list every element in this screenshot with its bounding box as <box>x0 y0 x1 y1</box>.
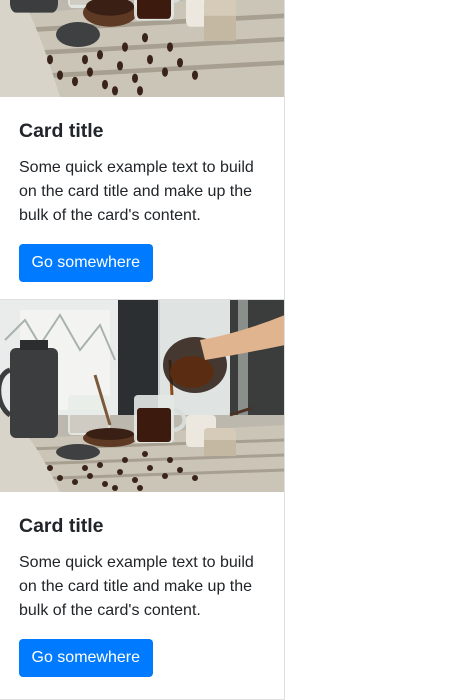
card-body: Card title Some quick example text to bu… <box>0 492 284 677</box>
card: Card title Some quick example text to bu… <box>0 0 285 300</box>
coffee-pour-photo-icon <box>0 300 285 492</box>
card-body: Card title Some quick example text to bu… <box>0 97 284 282</box>
card: Card title Some quick example text to bu… <box>0 300 285 700</box>
go-somewhere-button[interactable]: Go somewhere <box>19 639 153 677</box>
card-text: Some quick example text to build on the … <box>19 554 254 619</box>
card-text: Some quick example text to build on the … <box>19 159 254 224</box>
card-stack: Card title Some quick example text to bu… <box>0 0 469 700</box>
go-somewhere-button[interactable]: Go somewhere <box>19 244 153 282</box>
card-title: Card title <box>19 120 104 142</box>
coffee-pour-photo-icon <box>0 0 285 97</box>
card-title: Card title <box>19 515 104 537</box>
